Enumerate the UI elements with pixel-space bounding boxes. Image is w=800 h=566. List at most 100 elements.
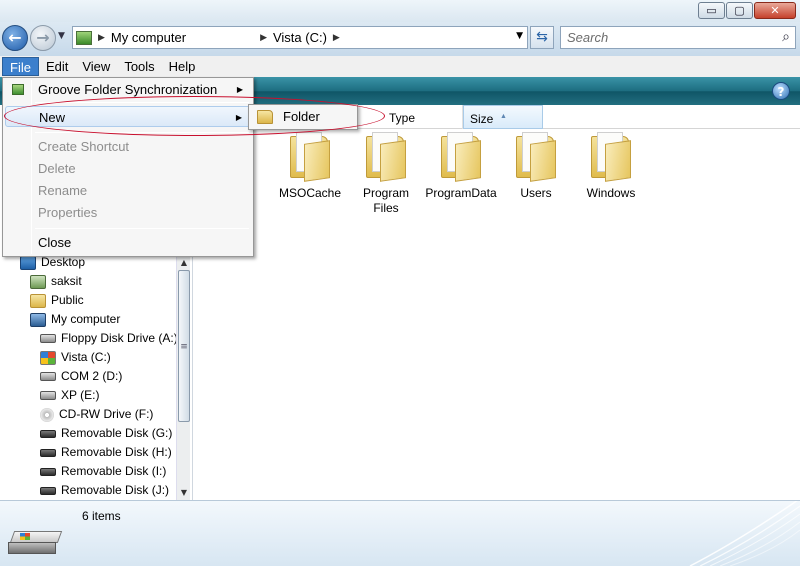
address-dropdown-icon[interactable]: ▼ — [516, 31, 523, 41]
file-menu-dropdown: Groove Folder Synchronization ▶ New ▶ Cr… — [2, 77, 254, 257]
address-bar[interactable]: ▶ My computer ▶ Vista (C:) ▶ ▼ — [72, 26, 528, 49]
desktop-icon — [20, 256, 36, 270]
maximize-button[interactable]: ▢ — [726, 2, 753, 19]
column-type[interactable]: Type — [383, 105, 463, 129]
refresh-icon: ⇆ — [536, 29, 548, 45]
tree-item-vista-c[interactable]: Vista (C:) — [40, 348, 111, 367]
tree-item-saksit[interactable]: saksit — [30, 272, 82, 291]
scroll-down-icon[interactable]: ▼ — [177, 486, 191, 500]
folder-label: Users — [520, 186, 552, 200]
folder-icon — [439, 132, 483, 182]
refresh-button[interactable]: ⇆ — [530, 26, 554, 49]
floppy-drive-icon — [40, 334, 56, 343]
menu-item-close[interactable]: Close — [5, 232, 251, 253]
tree-item-com2-d[interactable]: COM 2 (D:) — [40, 367, 122, 386]
tree-item-removable-g[interactable]: Removable Disk (G:) — [40, 424, 172, 443]
tree-item-desktop[interactable]: Desktop — [20, 256, 85, 272]
folder-icon — [257, 110, 273, 124]
scroll-up-icon[interactable]: ▲ — [177, 256, 191, 270]
drive-large-icon — [6, 531, 63, 555]
tree-item-xp-e[interactable]: XP (E:) — [40, 386, 99, 405]
computer-icon — [30, 312, 46, 327]
tree-item-label: XP (E:) — [61, 388, 100, 402]
menu-view[interactable]: View — [75, 57, 117, 76]
menu-item-label: Rename — [38, 183, 88, 198]
tree-item-label: Floppy Disk Drive (A:) — [61, 331, 178, 345]
menu-item-label: Close — [38, 235, 72, 250]
folder-item[interactable]: MSOCache — [271, 132, 349, 201]
submenu-arrow-icon: ▶ — [236, 85, 243, 94]
breadcrumb-my-computer[interactable]: My computer — [111, 30, 186, 45]
menu-tools[interactable]: Tools — [117, 57, 161, 76]
close-window-button[interactable]: ✕ — [754, 2, 796, 19]
tree-scrollbar[interactable]: ▲ ≡ ▼ — [176, 256, 190, 500]
scroll-thumb[interactable]: ≡ — [178, 270, 190, 422]
tree-item-removable-h[interactable]: Removable Disk (H:) — [40, 443, 172, 462]
recent-pages-dropdown-icon[interactable]: ▼ — [58, 31, 65, 41]
menu-edit[interactable]: Edit — [39, 57, 75, 76]
back-button[interactable]: ← — [2, 25, 28, 51]
forward-button[interactable]: → — [30, 25, 56, 51]
menu-help[interactable]: Help — [162, 57, 203, 76]
tree-item-public[interactable]: Public — [30, 291, 84, 310]
removable-disk-icon — [40, 486, 56, 495]
menu-item-groove-sync[interactable]: Groove Folder Synchronization ▶ — [5, 79, 251, 100]
search-input[interactable] — [561, 27, 761, 48]
folder-item[interactable]: Program Files — [347, 132, 425, 216]
breadcrumb-vista-c[interactable]: Vista (C:) — [273, 30, 327, 45]
minimize-button[interactable]: ▭ — [698, 2, 725, 19]
folder-icon — [288, 132, 332, 182]
groove-sync-icon — [12, 84, 24, 95]
folder-icon — [364, 132, 408, 182]
decorative-swoosh — [689, 501, 800, 566]
help-button[interactable]: ? — [772, 82, 790, 100]
tree-item-label: saksit — [51, 274, 82, 288]
folder-item[interactable]: Users — [497, 132, 575, 201]
windows-drive-icon — [40, 350, 56, 365]
menu-item-delete: Delete — [5, 158, 251, 179]
column-size[interactable]: ▲ Size — [463, 105, 543, 129]
tree-item-my-computer[interactable]: My computer — [30, 310, 120, 329]
menu-separator — [35, 228, 249, 229]
status-bar: 6 items — [0, 500, 800, 566]
tree-item-label: Removable Disk (H:) — [61, 445, 172, 459]
breadcrumb-chevron-icon[interactable]: ▶ — [98, 33, 105, 43]
tree-item-label: Public — [51, 293, 84, 307]
menu-separator — [35, 132, 249, 133]
tree-item-cdrw-f[interactable]: CD-RW Drive (F:) — [40, 405, 153, 424]
folder-icon — [589, 132, 633, 182]
back-arrow-icon: ← — [8, 28, 22, 47]
tree-item-removable-j[interactable]: Removable Disk (J:) — [40, 481, 169, 500]
removable-disk-icon — [40, 448, 56, 457]
menu-item-label: New — [39, 110, 66, 125]
folder-label: ProgramData — [425, 186, 497, 200]
menu-item-label: Properties — [38, 205, 98, 220]
menu-item-new[interactable]: New ▶ — [5, 106, 251, 127]
navigation-tree: Desktop saksit Public My computer Floppy… — [0, 256, 193, 500]
breadcrumb-chevron-icon[interactable]: ▶ — [333, 33, 340, 43]
tree-item-removable-i[interactable]: Removable Disk (I:) — [40, 462, 166, 481]
search-box[interactable]: ⌕ — [560, 26, 796, 49]
folder-item[interactable]: ProgramData — [422, 132, 500, 201]
tree-item-label: Vista (C:) — [61, 350, 111, 364]
window-controls: ▭ ▢ ✕ — [698, 2, 796, 19]
hard-drive-icon — [40, 391, 56, 400]
menu-file[interactable]: File — [2, 57, 39, 76]
folder-label: MSOCache — [278, 186, 342, 200]
item-count: 6 items — [82, 509, 121, 523]
tree-item-floppy[interactable]: Floppy Disk Drive (A:) — [40, 329, 178, 348]
tree-item-label: CD-RW Drive (F:) — [59, 407, 154, 421]
submenu-item-folder[interactable]: Folder — [251, 107, 355, 127]
tree-item-label: Removable Disk (G:) — [61, 426, 173, 440]
search-icon[interactable]: ⌕ — [782, 29, 790, 45]
removable-disk-icon — [40, 467, 56, 476]
folder-item[interactable]: Windows — [572, 132, 650, 201]
folder-label: Program Files — [362, 186, 409, 215]
menu-bar: File Edit View Tools Help — [0, 56, 800, 77]
tree-item-label: My computer — [51, 312, 121, 326]
tree-item-label: Desktop — [41, 256, 86, 269]
tree-item-label: Removable Disk (I:) — [61, 464, 167, 478]
breadcrumb-chevron-icon[interactable]: ▶ — [260, 33, 267, 43]
folder-icon — [30, 293, 46, 308]
menu-separator — [35, 102, 249, 103]
